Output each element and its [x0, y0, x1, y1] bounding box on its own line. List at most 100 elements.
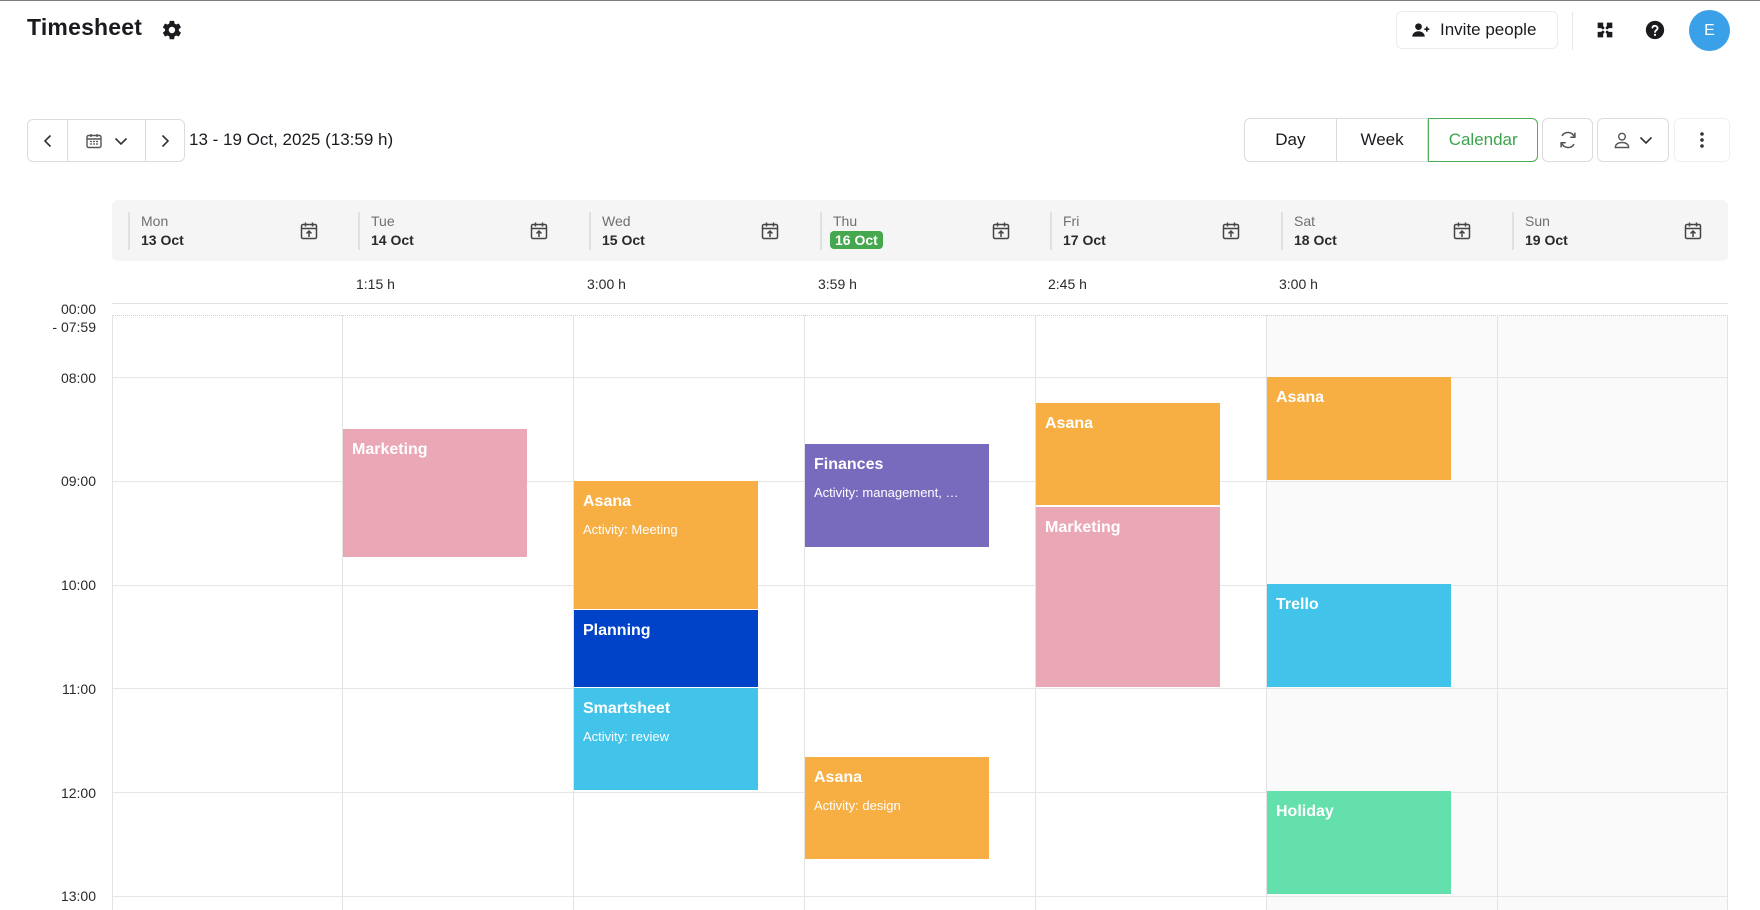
calendar-upload-icon[interactable]: [299, 221, 319, 241]
column-divider: [1497, 315, 1498, 910]
grid-line-13: [112, 896, 1728, 897]
time-entry-asana[interactable]: Asana Activity: Meeting: [574, 480, 758, 610]
day-divider: [589, 212, 591, 250]
calendar-upload-icon[interactable]: [1683, 221, 1703, 241]
day-divider: [820, 212, 822, 250]
grid-line-08: [112, 377, 1728, 378]
day-header: Mon 13 Oct Tue 14 Oct Wed 15 Oct Thu 16 …: [112, 200, 1728, 261]
view-day-button[interactable]: Day: [1245, 119, 1337, 161]
time-entry-name: Planning: [583, 622, 651, 640]
calendar-upload-icon[interactable]: [1452, 221, 1472, 241]
day-name: Mon: [141, 213, 169, 229]
day-header-sat: Sat 18 Oct: [1281, 212, 1476, 250]
day-header-fri: Fri 17 Oct: [1050, 212, 1245, 250]
day-total-fri: 2:45 h: [1048, 276, 1087, 292]
time-label: 13:00: [60, 888, 96, 904]
column-divider: [342, 315, 343, 910]
day-header-wed: Wed 15 Oct: [589, 212, 784, 250]
totals-divider: [112, 303, 1728, 304]
time-label-early-end: - 07:59: [52, 319, 96, 335]
day-divider: [1512, 212, 1514, 250]
today-date-badge: 16 Oct: [830, 231, 883, 249]
calendar-icon: [85, 133, 102, 148]
calendar-upload-icon[interactable]: [529, 221, 549, 241]
calendar-upload-icon[interactable]: [1221, 221, 1241, 241]
day-date: 19 Oct: [1525, 232, 1568, 248]
next-week-button[interactable]: [146, 120, 184, 161]
time-entry-name: Marketing: [1045, 518, 1121, 536]
day-header-thu: Thu 16 Oct: [820, 212, 1015, 250]
help-icon[interactable]: [1644, 19, 1666, 41]
puzzle-icon[interactable]: [1594, 19, 1616, 41]
grid-line-early: [112, 315, 1728, 316]
day-date: 13 Oct: [141, 232, 184, 248]
date-navigation: [27, 119, 185, 162]
column-divider: [112, 315, 113, 910]
date-picker-button[interactable]: [68, 120, 146, 161]
time-entry-marketing[interactable]: Marketing: [343, 428, 527, 558]
invite-people-label: Invite people: [1440, 20, 1537, 39]
view-calendar-button[interactable]: Calendar: [1428, 118, 1538, 162]
chevron-left-icon: [43, 134, 51, 147]
day-name: Fri: [1063, 213, 1080, 229]
time-label: 11:00: [62, 681, 96, 697]
previous-week-button[interactable]: [28, 120, 68, 161]
time-entry-asana[interactable]: Asana Activity: design: [805, 756, 989, 860]
day-total-thu: 3:59 h: [818, 276, 857, 292]
day-date: 14 Oct: [371, 232, 414, 248]
day-name: Sat: [1294, 213, 1316, 229]
time-entry-name: Asana: [1276, 389, 1325, 406]
time-entry-planning[interactable]: Planning: [574, 610, 758, 687]
calendar-grid[interactable]: Marketing Asana Activity: Meeting Planning S…: [112, 315, 1728, 910]
user-filter-dropdown[interactable]: [1597, 118, 1669, 162]
time-entry-name: Marketing: [352, 440, 428, 458]
day-date: 18 Oct: [1294, 232, 1337, 248]
user-icon: [1614, 132, 1630, 149]
more-options-button[interactable]: [1674, 118, 1730, 162]
time-entry-name: Finances: [814, 456, 884, 474]
calendar-upload-icon[interactable]: [760, 221, 780, 241]
time-entry-finances[interactable]: Finances Activity: management, …: [805, 444, 989, 547]
weekend-column-sun: [1497, 315, 1728, 910]
calendar-upload-icon[interactable]: [991, 221, 1011, 241]
window-top-border: [0, 0, 1760, 1]
refresh-icon: [1559, 131, 1576, 149]
time-entry-marketing[interactable]: Marketing: [1036, 506, 1220, 687]
day-name: Wed: [602, 213, 631, 229]
day-total-tue: 1:15 h: [356, 276, 395, 292]
day-header-mon: Mon 13 Oct: [128, 212, 323, 250]
chevron-down-icon: [114, 137, 127, 145]
time-entry-asana[interactable]: Asana: [1036, 402, 1220, 506]
time-entry-activity: Activity: design: [814, 797, 901, 813]
day-name: Tue: [371, 213, 395, 229]
time-entry-name: Smartsheet: [583, 699, 671, 717]
gear-icon[interactable]: [161, 19, 183, 41]
time-entry-asana[interactable]: Asana: [1267, 377, 1451, 480]
day-header-tue: Tue 14 Oct: [358, 212, 553, 250]
time-entry-name: Holiday: [1276, 803, 1334, 821]
time-entry-activity: Activity: Meeting: [583, 521, 678, 537]
grid-line-10: [112, 585, 1728, 586]
time-label-early-start: 00:00: [60, 301, 96, 317]
time-entry-name: Asana: [1045, 414, 1094, 432]
grid-line-11: [112, 688, 1728, 689]
time-entry-holiday[interactable]: Holiday: [1267, 791, 1451, 894]
refresh-button[interactable]: [1542, 118, 1593, 162]
time-entry-smartsheet[interactable]: Smartsheet Activity: review: [574, 687, 758, 791]
more-vertical-icon: [1700, 132, 1704, 148]
user-plus-icon: [1412, 23, 1430, 37]
day-total-wed: 3:00 h: [587, 276, 626, 292]
day-divider: [358, 212, 360, 250]
header-divider: [1572, 12, 1573, 50]
day-divider: [1281, 212, 1283, 250]
time-entry-name: Asana: [814, 768, 863, 786]
view-week-button[interactable]: Week: [1337, 119, 1429, 161]
day-date: 15 Oct: [602, 232, 645, 248]
day-total-sat: 3:00 h: [1279, 276, 1318, 292]
invite-people-button[interactable]: Invite people: [1396, 11, 1558, 49]
time-label: 10:00: [60, 577, 96, 593]
time-entry-trello[interactable]: Trello: [1267, 584, 1451, 687]
time-label: 09:00: [60, 473, 96, 489]
avatar[interactable]: E: [1689, 10, 1730, 51]
date-range-label: 13 - 19 Oct, 2025 (13:59 h): [189, 130, 394, 149]
